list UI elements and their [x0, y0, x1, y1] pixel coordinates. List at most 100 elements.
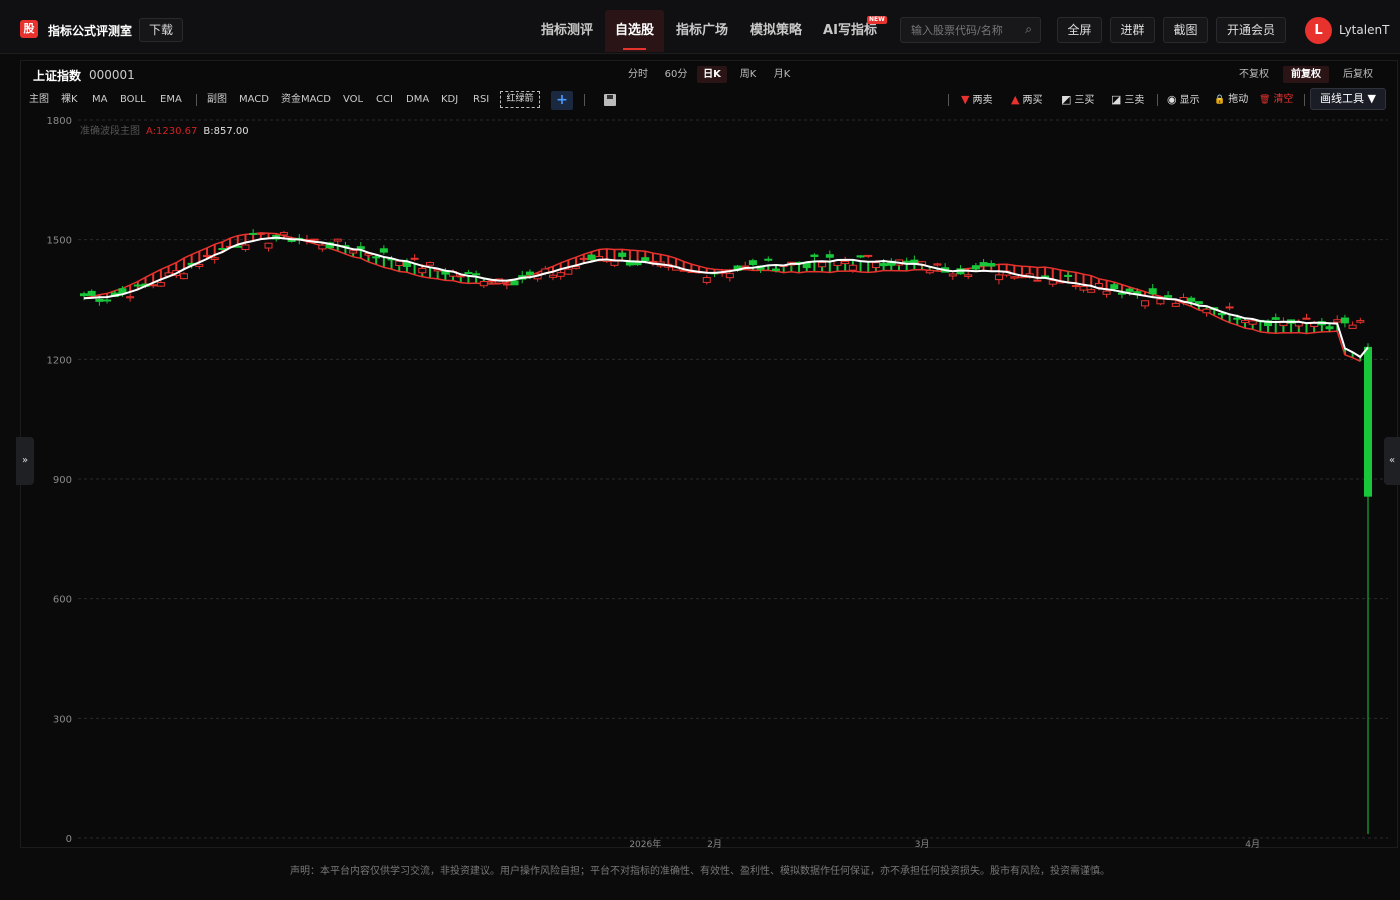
candle-body	[948, 273, 957, 277]
candle-body	[748, 260, 757, 265]
candle-body	[333, 238, 342, 242]
candle-body	[1141, 300, 1150, 307]
y-tick-label: 1200	[47, 355, 72, 366]
candle-body	[818, 262, 827, 268]
candle-body	[879, 263, 888, 267]
candle-body	[556, 272, 565, 277]
y-tick-label: 300	[53, 714, 72, 725]
candle-body	[372, 256, 381, 259]
legend-a: A:1230.67	[146, 126, 198, 137]
candle-body	[356, 246, 365, 250]
candle-body	[456, 275, 465, 278]
candle-body	[395, 260, 404, 266]
candle-body	[1148, 288, 1157, 295]
candle-body	[579, 257, 588, 260]
candle-body	[641, 257, 650, 262]
candle-body	[1087, 289, 1096, 293]
candle-body	[310, 238, 319, 241]
x-tick-label: 2月	[707, 839, 722, 850]
candle-body	[425, 262, 434, 266]
candle-body	[1271, 317, 1280, 320]
candle-body	[618, 252, 627, 257]
candle-body	[1010, 276, 1019, 279]
candle-body	[195, 263, 204, 267]
candle-body	[502, 283, 511, 286]
candle-body	[587, 254, 596, 261]
candle-body	[1194, 301, 1203, 305]
candle-body	[249, 232, 258, 235]
candle-body	[1156, 298, 1165, 305]
candle-body	[1225, 306, 1234, 309]
candle-body	[318, 244, 327, 250]
candle-body	[1356, 320, 1365, 323]
candle-body	[1064, 274, 1073, 277]
x-tick-label: 3月	[915, 839, 930, 850]
candle-body	[210, 257, 219, 260]
candle-body	[1102, 290, 1111, 295]
white-line	[83, 236, 1369, 359]
disclaimer: 声明：本平台内容仅供学习交流，非投资建议。用户操作风险自担；平台不对指标的准确性…	[290, 866, 1110, 877]
candle-body	[856, 255, 865, 258]
candle-body	[1033, 279, 1042, 282]
candle-body	[864, 254, 873, 257]
y-tick-label: 900	[53, 475, 72, 486]
candle-body	[1302, 317, 1311, 320]
candle-body	[825, 254, 834, 258]
x-tick-label: 4月	[1245, 839, 1260, 850]
candle-body	[764, 258, 773, 261]
candle-body	[472, 273, 481, 276]
y-tick-label: 1500	[47, 236, 72, 247]
candle-body	[871, 262, 880, 269]
candle-body	[218, 248, 227, 251]
candle-body	[1048, 280, 1057, 285]
candle-body	[510, 280, 519, 286]
candle-body	[1187, 297, 1196, 302]
candle-body	[902, 260, 911, 263]
candle-body	[1340, 317, 1349, 324]
candle-body	[1110, 284, 1119, 290]
candle-body	[464, 272, 473, 275]
candle-body	[564, 268, 573, 275]
candle-body	[1240, 319, 1249, 324]
candle-body	[133, 284, 142, 287]
candle-body	[610, 260, 619, 266]
candle-body	[418, 267, 427, 274]
candle-body	[1171, 302, 1180, 307]
y-tick-label: 1800	[47, 116, 72, 127]
legend-main: 准确波段主图	[80, 126, 140, 137]
candle-body	[1348, 324, 1357, 329]
candle-body	[910, 259, 919, 264]
candle-body	[80, 293, 88, 297]
candle-body	[848, 264, 857, 271]
candle-body	[525, 271, 534, 276]
candle-body	[179, 273, 188, 280]
candle-body	[264, 242, 273, 249]
candle-body	[479, 280, 488, 287]
candle-body	[771, 268, 780, 271]
candle-body	[87, 290, 96, 296]
candle-body	[279, 232, 288, 236]
candle-body	[1079, 285, 1088, 291]
candle-body	[203, 254, 212, 257]
legend-b: B:857.00	[203, 126, 249, 137]
y-tick-label: 600	[53, 595, 72, 606]
candle-body	[379, 248, 388, 253]
candle-body	[410, 257, 419, 260]
candle-body	[979, 262, 988, 267]
candle-body	[702, 277, 711, 283]
candle-body	[103, 299, 112, 302]
expand-right-button[interactable]: «	[1384, 437, 1400, 485]
candle-body	[256, 232, 265, 235]
candle-body	[925, 270, 934, 274]
candle-body	[810, 254, 819, 257]
expand-left-button[interactable]: »	[16, 437, 34, 485]
x-tick-label: 2026年	[629, 838, 661, 850]
candle-body	[1125, 288, 1134, 292]
candle-body	[1248, 320, 1257, 325]
y-tick-label: 0	[66, 834, 72, 845]
candle-body	[1233, 317, 1242, 320]
candle-body	[994, 274, 1003, 281]
candle-body	[1071, 285, 1080, 288]
candle-body	[156, 282, 165, 287]
candle-body	[1202, 308, 1211, 314]
